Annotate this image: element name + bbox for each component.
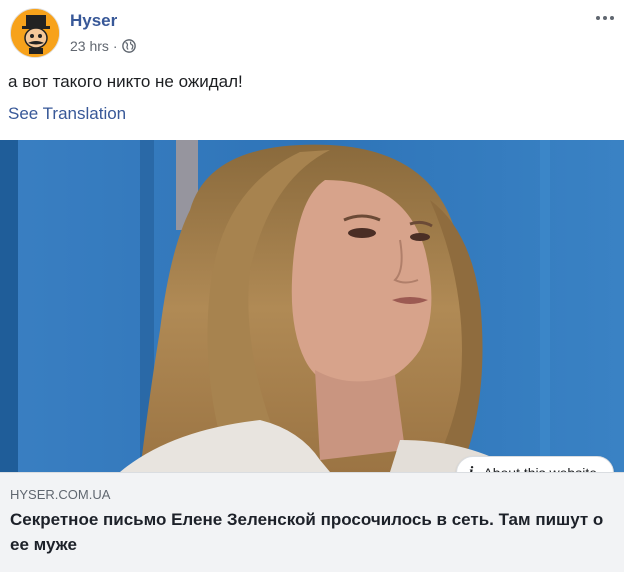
globe-icon[interactable] <box>121 39 136 53</box>
post-timestamp[interactable]: 23 hrs <box>70 38 109 54</box>
link-preview-caption[interactable]: HYSER.COM.UA Секретное письмо Елене Зеле… <box>0 472 624 572</box>
author-name[interactable]: Hyser <box>70 11 117 31</box>
hyser-logo-avatar[interactable] <box>10 8 60 58</box>
link-domain: HYSER.COM.UA <box>10 487 111 502</box>
see-translation-link[interactable]: See Translation <box>8 104 126 124</box>
link-preview-image[interactable] <box>0 140 624 472</box>
post-text: а вот такого никто не ожидал! <box>8 72 243 91</box>
preview-photo <box>0 140 624 472</box>
more-dot <box>610 16 614 20</box>
more-dot <box>603 16 607 20</box>
post-meta: 23 hrs · <box>70 38 136 54</box>
avatar-icon <box>11 9 59 57</box>
more-options-icon[interactable] <box>592 8 618 28</box>
post-header: Hyser 23 hrs · <box>0 0 624 66</box>
meta-separator: · <box>112 38 118 54</box>
more-dot <box>596 16 600 20</box>
link-headline[interactable]: Секретное письмо Елене Зеленской просочи… <box>10 507 610 557</box>
